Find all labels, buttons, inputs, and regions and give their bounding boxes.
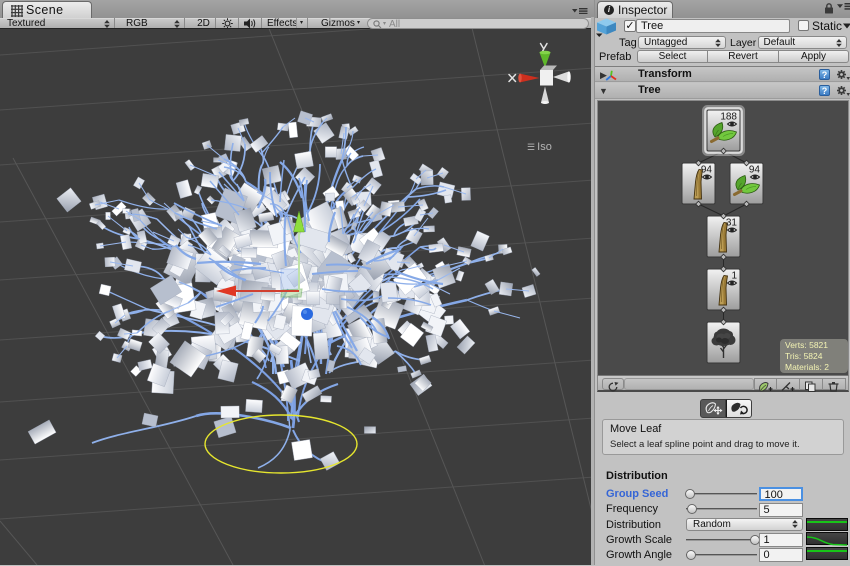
svg-text:31: 31 [726,218,738,229]
svg-text:188: 188 [720,112,737,123]
svg-text:94: 94 [749,165,761,176]
svg-text:1: 1 [731,271,737,282]
svg-text:94: 94 [701,165,713,176]
